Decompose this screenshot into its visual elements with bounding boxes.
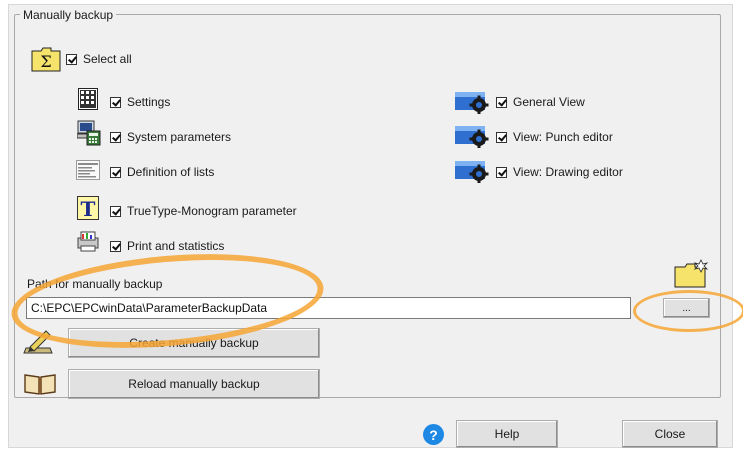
print-statistics-label: Print and statistics	[127, 239, 225, 253]
select-all-box[interactable]	[66, 53, 77, 65]
definition-of-lists-label: Definition of lists	[127, 165, 215, 179]
definition-of-lists-box[interactable]	[110, 166, 121, 178]
browse-path-button[interactable]: ...	[663, 298, 710, 318]
print-statistics-icon	[77, 231, 99, 252]
truetype-monogram-label: TrueType-Monogram parameter	[127, 204, 297, 218]
general-view-box[interactable]	[496, 96, 507, 108]
system-parameters-box[interactable]	[110, 131, 121, 143]
punch-editor-checkbox[interactable]: View: Punch editor	[496, 130, 613, 144]
punch-editor-box[interactable]	[496, 131, 507, 143]
print-statistics-checkbox[interactable]: Print and statistics	[110, 239, 224, 253]
system-parameters-checkbox[interactable]: System parameters	[110, 130, 231, 144]
general-view-gear-icon	[455, 92, 489, 114]
backup-path-input[interactable]	[26, 297, 631, 319]
reload-backup-book-icon	[24, 374, 56, 395]
groupbox-title: Manually backup	[20, 8, 117, 22]
drawing-editor-box[interactable]	[496, 166, 507, 178]
truetype-monogram-box[interactable]	[110, 205, 121, 217]
drawing-editor-gear-icon	[455, 161, 489, 183]
create-backup-pen-icon	[23, 330, 53, 354]
definition-of-lists-checkbox[interactable]: Definition of lists	[110, 165, 214, 179]
select-all-label: Select all	[83, 52, 132, 66]
list-document-icon	[76, 160, 100, 180]
general-view-checkbox[interactable]: General View	[496, 95, 585, 109]
settings-box[interactable]	[110, 96, 121, 108]
close-button[interactable]: Close	[622, 420, 718, 448]
select-all-checkbox[interactable]: Select all	[66, 52, 132, 66]
print-statistics-box[interactable]	[110, 240, 121, 252]
help-icon: ?	[423, 424, 444, 445]
truetype-font-icon: T	[77, 196, 99, 220]
path-label: Path for manually backup	[27, 277, 163, 291]
create-backup-button[interactable]: Create manually backup	[68, 328, 320, 358]
svg-text:T: T	[81, 197, 96, 220]
computer-calculator-icon	[77, 120, 101, 146]
sum-folder-icon: Σ	[31, 47, 61, 72]
reload-backup-button[interactable]: Reload manually backup	[68, 369, 320, 399]
drawing-editor-label: View: Drawing editor	[513, 165, 623, 179]
settings-checkbox[interactable]: Settings	[110, 95, 170, 109]
truetype-monogram-checkbox[interactable]: TrueType-Monogram parameter	[110, 204, 297, 218]
drawing-editor-checkbox[interactable]: View: Drawing editor	[496, 165, 623, 179]
general-view-label: General View	[513, 95, 585, 109]
punch-editor-gear-icon	[455, 126, 489, 148]
punch-editor-label: View: Punch editor	[513, 130, 613, 144]
svg-text:Σ: Σ	[40, 52, 51, 71]
settings-grid-icon	[78, 88, 98, 110]
settings-label: Settings	[127, 95, 171, 109]
help-button[interactable]: Help	[456, 420, 558, 448]
system-parameters-label: System parameters	[127, 130, 232, 144]
new-folder-icon[interactable]	[673, 257, 709, 289]
